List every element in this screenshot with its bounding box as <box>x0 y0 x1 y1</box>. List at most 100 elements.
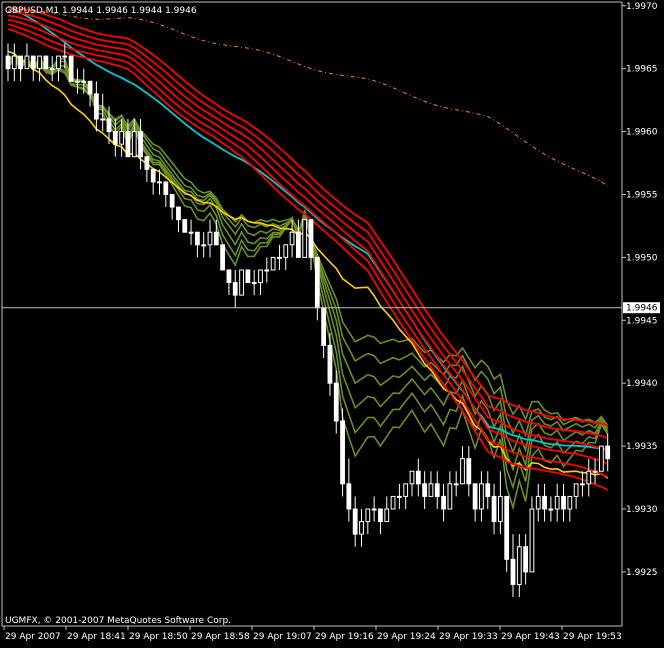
y-tick-label: 1.9960 <box>626 128 658 138</box>
y-tick-label: 1.9955 <box>626 190 658 200</box>
x-tick-label: 29 Apr 19:33 <box>439 632 498 642</box>
candle-body <box>182 219 188 233</box>
candle-body <box>403 483 409 497</box>
candle-body <box>81 80 87 83</box>
candle-body <box>93 93 99 120</box>
current-price-badge: 1.9946 <box>623 302 660 314</box>
candle-body <box>554 495 560 510</box>
candle-body <box>510 558 516 585</box>
x-tick-label: 29 Apr 19:07 <box>253 632 312 642</box>
candle-body <box>561 495 566 510</box>
y-tick-label: 1.9965 <box>626 65 658 75</box>
candle-body <box>283 244 289 258</box>
candle-body <box>24 55 30 70</box>
candle-body <box>277 256 282 259</box>
x-tick-label: 29 Apr 18:50 <box>129 632 188 642</box>
candle-body <box>586 470 592 485</box>
candle-body <box>384 508 390 523</box>
y-tick-label: 1.9930 <box>626 505 658 515</box>
candle-body <box>523 546 529 573</box>
candle-body <box>447 483 453 510</box>
y-tick-label: 1.9945 <box>626 316 658 326</box>
candle-body <box>62 55 68 58</box>
candle-body <box>138 131 143 158</box>
candle-body <box>605 445 611 460</box>
candle-body <box>188 231 194 234</box>
candle-body <box>68 55 74 82</box>
candle-body <box>150 168 156 183</box>
candle-body <box>378 508 383 523</box>
candle-body <box>460 458 465 485</box>
candle-body <box>157 181 162 184</box>
candle-body <box>466 458 472 485</box>
candle-body <box>504 495 510 560</box>
candle-body <box>542 495 547 510</box>
candle-body <box>434 483 440 497</box>
candle-body <box>485 483 491 497</box>
candle-body <box>251 282 257 285</box>
candle-body <box>11 55 17 70</box>
candle-body <box>106 118 112 133</box>
candle-body <box>176 206 181 221</box>
x-tick-label: 29 Apr 19:16 <box>315 632 374 642</box>
candle-body <box>232 282 238 296</box>
candle-body <box>213 231 219 246</box>
x-tick-label: 29 Apr 19:24 <box>377 632 436 642</box>
candle-body <box>548 508 554 511</box>
candle-body <box>37 55 42 70</box>
y-tick-label: 1.9950 <box>626 253 658 263</box>
candle-body <box>131 131 137 158</box>
candle-body <box>441 495 446 510</box>
candle-body <box>56 55 61 70</box>
candle-body <box>43 55 49 70</box>
candle-body <box>390 495 396 510</box>
candle-body <box>352 508 358 535</box>
candle-body <box>573 483 579 497</box>
candle-body <box>207 231 213 246</box>
candle-body <box>5 55 11 70</box>
candle-body <box>491 495 497 523</box>
candle-body <box>516 546 522 585</box>
candle-body <box>295 231 301 258</box>
candle-body <box>125 131 131 158</box>
candle-body <box>220 244 226 271</box>
candle-body <box>472 483 478 510</box>
candle-body <box>18 55 24 70</box>
candle-body <box>314 256 320 309</box>
x-tick-label: 29 Apr 19:43 <box>501 632 560 642</box>
candle-body <box>112 131 118 145</box>
candle-body <box>346 483 352 510</box>
candle-body <box>289 231 295 246</box>
y-tick-label: 1.9940 <box>626 379 658 389</box>
x-tick-label: 29 Apr 18:58 <box>191 632 250 642</box>
candle-body <box>592 470 598 473</box>
candle-body <box>535 495 541 510</box>
candle-body <box>497 495 503 523</box>
candle-body <box>194 231 200 246</box>
candle-body <box>239 269 244 296</box>
price-chart[interactable]: 1.9970 1.9965 1.9960 1.9955 1.9950 1.9945 1.99… <box>0 0 664 648</box>
candle-body <box>264 269 270 272</box>
candle-body <box>359 521 364 535</box>
current-price-label: 1.9946 <box>626 304 658 314</box>
candle-body <box>580 483 585 486</box>
candle-body <box>567 495 573 510</box>
candle-body <box>428 483 434 497</box>
candle-body <box>75 80 80 83</box>
candle-body <box>201 244 207 247</box>
candle-body <box>270 256 276 271</box>
candle-body <box>226 269 232 284</box>
candle-body <box>529 508 535 573</box>
candle-body <box>415 470 421 485</box>
candle-body <box>396 495 402 498</box>
candle-body <box>245 269 251 284</box>
candle-body <box>333 382 339 422</box>
candle-body <box>365 508 371 523</box>
y-tick-label: 1.9970 <box>626 2 658 12</box>
y-tick-label: 1.9925 <box>626 568 658 578</box>
copyright-text: UGMFX, © 2001-2007 MetaQuotes Software C… <box>5 616 231 626</box>
candle-body <box>479 483 484 510</box>
candle-body <box>258 269 263 284</box>
candle-body <box>169 193 175 208</box>
chart-background <box>0 0 664 648</box>
